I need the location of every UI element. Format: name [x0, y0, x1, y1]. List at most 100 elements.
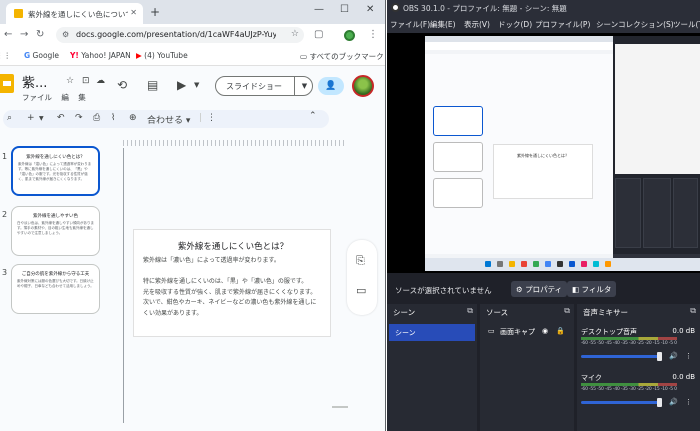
- tab-title: 紫外線を通しにくい色について - G: [28, 10, 128, 19]
- slide-thumbnail-2[interactable]: 紫外線を通しやすい色 白や淡い色は、紫外線を通しやすい傾向があります。薄手の素材…: [11, 206, 100, 256]
- vertical-ruler[interactable]: [123, 148, 124, 423]
- slides-logo-icon[interactable]: [0, 74, 14, 93]
- slide-line: 次いで、紺色やカーキ、ネイビーなどの濃い色も紫外線を通しに: [143, 299, 317, 306]
- search-menus-icon[interactable]: ⌕: [7, 113, 12, 123]
- slide-canvas-area: 紫外線を通しにくい色とは？ 紫外線は「濃い色」によって透過率が変わります。 特に…: [107, 130, 348, 431]
- obs-menu-tools[interactable]: ツール(T): [673, 19, 700, 30]
- slide-thumbnail-3[interactable]: ご自分の肌を紫外線から守る工夫 紫外線対策には服の色選びも大切です。日焼け止めや…: [11, 264, 100, 314]
- maximize-icon[interactable]: ☐: [340, 4, 349, 15]
- share-button[interactable]: 👤: [318, 77, 344, 95]
- new-tab-icon[interactable]: +: [150, 5, 160, 19]
- slides-header: 紫... ファイル 編 集 ☆ ⊡ ☁ ⟲ ▤ ▶ ▼ スライドショー ▼ 👤: [0, 66, 385, 108]
- redo-icon[interactable]: ↷: [75, 113, 83, 123]
- menu-file[interactable]: ファイル: [22, 93, 52, 102]
- source-list-item[interactable]: ▭ 画面キャプ ◉ 🔒: [482, 324, 572, 341]
- horizontal-ruler[interactable]: [123, 140, 347, 146]
- obs-menu-dock[interactable]: ドック(D): [498, 19, 532, 30]
- mixer-channel-mic: マイク 0.0 dB -60 -55 -50 -45 -40 -35 -30 -…: [577, 370, 697, 410]
- preview-nested-obs: [613, 36, 700, 254]
- volume-meter: [581, 337, 677, 340]
- speaker-icon[interactable]: 🔊: [669, 398, 678, 406]
- zoom-icon[interactable]: ⊕: [129, 113, 137, 123]
- folder-icon[interactable]: ▭: [356, 284, 366, 297]
- slideshow-dropdown-icon[interactable]: ▼: [294, 77, 314, 95]
- extensions-icon[interactable]: ▢: [314, 29, 323, 40]
- forward-icon[interactable]: →: [20, 29, 28, 40]
- url-input[interactable]: ⚙ docs.google.com/presentation/d/1caWF4a…: [56, 27, 304, 43]
- scene-list-item[interactable]: シーン: [389, 324, 475, 341]
- preview-thumb: [433, 178, 483, 208]
- obs-menu-view[interactable]: 表示(V): [464, 19, 490, 30]
- collapse-toolbar-icon[interactable]: ⌃: [309, 111, 317, 121]
- new-slide-icon[interactable]: +: [27, 113, 35, 123]
- profile-avatar-icon[interactable]: [344, 30, 355, 41]
- undock-icon[interactable]: ⧉: [564, 306, 570, 316]
- channel-menu-icon[interactable]: ⋮: [685, 352, 692, 360]
- scenes-header: シーン: [393, 308, 416, 317]
- history-icon[interactable]: ⟲: [117, 78, 127, 92]
- volume-slider[interactable]: [581, 401, 661, 404]
- properties-button[interactable]: ⚙ プロパティ: [511, 281, 568, 297]
- volume-slider-handle[interactable]: [657, 398, 662, 407]
- meet-dropdown-icon[interactable]: ▼: [194, 81, 199, 89]
- properties-label: プロパティ: [525, 285, 563, 294]
- move-folder-icon[interactable]: ⊡: [82, 76, 90, 86]
- obs-menu-edit[interactable]: 編集(E): [430, 19, 456, 30]
- slideshow-button[interactable]: スライドショー ▼: [215, 76, 313, 96]
- all-bookmarks[interactable]: ▭ すべてのブックマーク: [300, 51, 384, 62]
- undo-icon[interactable]: ↶: [57, 113, 65, 123]
- reload-icon[interactable]: ↻: [36, 29, 44, 40]
- current-slide[interactable]: 紫外線を通しにくい色とは？ 紫外線は「濃い色」によって透過率が変わります。 特に…: [133, 229, 331, 337]
- document-title[interactable]: 紫...: [22, 72, 47, 91]
- slide-thumbnail-1[interactable]: 紫外線を通しにくい色とは？ 紫外線は「濃い色」によって透過率が変わります。等に紫…: [11, 146, 100, 196]
- volume-slider-handle[interactable]: [657, 352, 662, 361]
- zoom-select[interactable]: 合わせる ▾: [147, 113, 190, 126]
- more-options-icon[interactable]: ⋮: [207, 113, 216, 123]
- bookmark-yahoo[interactable]: Y! Yahoo! JAPAN: [70, 51, 131, 60]
- obs-preview[interactable]: 紫外線を通しにくい色とは？: [387, 33, 700, 273]
- menu-edit[interactable]: 編: [61, 93, 69, 102]
- thumb-title: ご自分の肌を紫外線から守る工夫: [21, 272, 90, 277]
- slide-body[interactable]: 紫外線は「濃い色」によって透過率が変わります。 特に紫外線を通しにくいのは、「黒…: [143, 256, 327, 319]
- bookmark-star-icon[interactable]: ☆: [291, 29, 299, 39]
- new-slide-dropdown-icon[interactable]: ▼: [39, 115, 44, 122]
- undock-icon[interactable]: ⧉: [467, 306, 473, 316]
- back-icon[interactable]: ←: [4, 29, 12, 40]
- menu-more[interactable]: 集: [78, 93, 86, 102]
- site-info-icon[interactable]: ⚙: [62, 30, 69, 39]
- slide-number: 3: [2, 268, 8, 277]
- thumb-body: 紫外線は「濃い色」によって透過率が変わります。等に紫外線を通しにくいのは、「黒」…: [18, 162, 92, 181]
- slide-line: [143, 267, 327, 278]
- thumb-body: 白や淡い色は、紫外線を通しやすい傾向があります。薄手の素材や、目の粗い生地も紫外…: [17, 221, 94, 235]
- apps-icon[interactable]: ⋮⋮: [0, 51, 11, 60]
- close-window-icon[interactable]: ✕: [366, 4, 374, 15]
- chrome-menu-icon[interactable]: ⋮: [368, 29, 378, 40]
- comments-icon[interactable]: ▤: [147, 78, 158, 92]
- print-icon[interactable]: ⎙: [93, 113, 100, 123]
- preview-capture-image: 紫外線を通しにくい色とは？: [425, 36, 700, 271]
- taskbar-app-icon: [521, 261, 527, 267]
- account-avatar[interactable]: [352, 75, 374, 97]
- volume-slider[interactable]: [581, 355, 661, 358]
- bookmark-google[interactable]: G Google: [24, 51, 59, 60]
- minimize-icon[interactable]: —: [314, 4, 324, 15]
- meet-camera-icon[interactable]: ▶: [177, 78, 186, 92]
- slide-title[interactable]: 紫外線を通しにくい色とは？: [134, 240, 332, 252]
- channel-menu-icon[interactable]: ⋮: [685, 398, 692, 406]
- lock-icon[interactable]: 🔒: [556, 327, 565, 335]
- keep-notes-icon[interactable]: ⎘: [356, 254, 365, 268]
- obs-menu-scene-collection[interactable]: シーンコレクション(S): [596, 19, 674, 30]
- speaker-icon[interactable]: 🔊: [669, 352, 678, 360]
- filters-button[interactable]: ◧ フィルタ: [567, 281, 617, 297]
- close-tab-icon[interactable]: ✕: [130, 8, 137, 17]
- taskbar-start-icon: [485, 261, 491, 267]
- obs-menu-profile[interactable]: プロファイル(P): [535, 19, 590, 30]
- undock-icon[interactable]: ⧉: [690, 306, 696, 316]
- visibility-eye-icon[interactable]: ◉: [542, 327, 548, 335]
- obs-menu-file[interactable]: ファイル(F): [390, 19, 430, 30]
- bookmark-youtube[interactable]: ▶ (4) YouTube: [136, 51, 188, 60]
- paint-format-icon[interactable]: ⌇: [111, 113, 115, 123]
- horizontal-scrollbar[interactable]: [332, 406, 348, 408]
- star-icon[interactable]: ☆: [66, 76, 74, 86]
- browser-tab[interactable]: 紫外線を通しにくい色について - G ✕: [6, 3, 143, 24]
